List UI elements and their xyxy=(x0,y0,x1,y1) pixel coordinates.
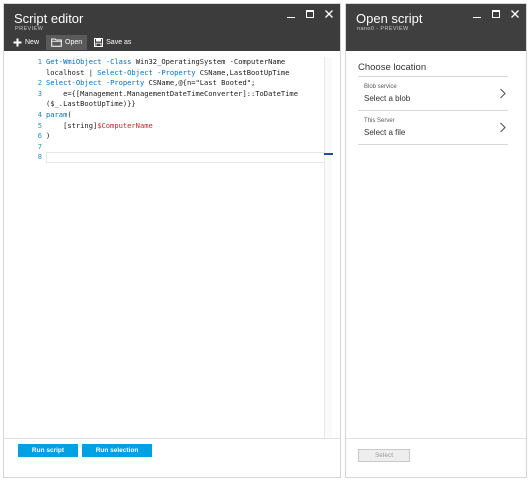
cursor-position-marker xyxy=(324,153,333,155)
code-line[interactable]: 6) xyxy=(12,131,332,142)
code-line[interactable]: 3 e={[Management.ManagementDateTimeConve… xyxy=(12,89,332,100)
minimize-icon[interactable] xyxy=(472,9,482,19)
chevron-right-icon xyxy=(499,88,506,99)
open-button-label: Open xyxy=(65,39,83,46)
code-token: Select-Object xyxy=(46,78,102,88)
code-token: Get-WmiObject xyxy=(46,57,102,66)
open-button[interactable]: Open xyxy=(46,35,88,50)
blade-subtitle: PREVIEW xyxy=(15,26,44,32)
blob-service-item[interactable]: Blob service Select a blob xyxy=(358,77,508,111)
window-controls xyxy=(472,9,520,19)
plus-icon xyxy=(13,38,22,47)
code-token: $ComputerName xyxy=(97,120,153,130)
chevron-right-icon xyxy=(499,122,506,133)
line-number: 1 xyxy=(37,57,42,66)
code-text: ) xyxy=(46,131,50,142)
script-editor-header: Script editor PREVIEW New Open Save as xyxy=(4,4,340,51)
blade-title: Open script xyxy=(356,11,423,26)
line-number: 7 xyxy=(37,141,42,151)
code-text: ($_.LastBootUpTime)}} xyxy=(46,99,136,110)
code-token: [string] xyxy=(46,120,98,130)
script-editor-blade: Script editor PREVIEW New Open Save as 1… xyxy=(3,3,341,478)
code-token: ) xyxy=(46,131,51,141)
run-selection-button[interactable]: Run selection xyxy=(82,444,152,457)
code-token: Win32_OperatingSystem -ComputerName xyxy=(131,57,286,66)
maximize-icon[interactable] xyxy=(491,9,501,19)
code-line[interactable]: localhost | Select-Object -Property CSNa… xyxy=(12,68,332,79)
select-button[interactable]: Select xyxy=(358,449,410,462)
choose-location-heading: Choose location xyxy=(358,62,427,73)
code-line[interactable]: 2 Select-Object -Property CSName,@{n="Las… xyxy=(12,78,332,89)
code-line[interactable]: 7 xyxy=(12,142,332,153)
blade-subtitle: nano0 - PREVIEW xyxy=(357,26,409,32)
code-line[interactable]: 1 Get-WmiObject -Class Win32_OperatingSys… xyxy=(12,57,332,68)
line-number: 4 xyxy=(37,109,42,119)
code-token: Select-Object xyxy=(97,67,153,77)
location-value: Select a file xyxy=(364,128,406,137)
code-editor[interactable]: 1 Get-WmiObject -Class Win32_OperatingSys… xyxy=(12,57,333,439)
line-number: 8 xyxy=(37,152,42,162)
code-line[interactable]: ($_.LastBootUpTime)}} xyxy=(12,99,332,110)
editor-scrollbar[interactable] xyxy=(324,57,333,437)
code-line[interactable]: 4 param( xyxy=(12,110,332,121)
line-number: 6 xyxy=(37,131,42,141)
code-text: param( xyxy=(46,110,72,121)
maximize-icon[interactable] xyxy=(305,9,315,19)
new-button-label: New xyxy=(25,39,40,46)
code-text: localhost | Select-Object -Property CSNa… xyxy=(46,68,289,79)
run-script-button[interactable]: Run script xyxy=(18,444,78,457)
blade-title: Script editor xyxy=(14,11,84,26)
save-as-button-label: Save as xyxy=(106,39,132,46)
window-controls xyxy=(286,9,334,19)
script-editor-footer: Run script Run selection xyxy=(4,438,340,477)
code-text: [string]$ComputerName xyxy=(46,121,153,132)
code-token: ($_.LastBootUpTime)}} xyxy=(46,99,136,109)
code-token: CSName,LastBootUpTime xyxy=(195,67,290,77)
editor-toolbar: New Open Save as xyxy=(4,34,340,51)
location-label: This Server xyxy=(364,118,395,124)
this-server-item[interactable]: This Server Select a file xyxy=(358,111,508,145)
line-number: 3 xyxy=(37,88,42,98)
current-line-highlight xyxy=(46,152,330,163)
code-token: -Property xyxy=(105,78,145,88)
code-token: -Property xyxy=(157,67,196,77)
code-token: param xyxy=(46,109,68,119)
code-line[interactable]: 8 xyxy=(12,152,332,163)
code-lines: 1 Get-WmiObject -Class Win32_OperatingSys… xyxy=(12,57,332,163)
location-label: Blob service xyxy=(364,84,397,90)
code-text: Get-WmiObject -Class Win32_OperatingSyst… xyxy=(46,57,285,68)
location-value: Select a blob xyxy=(364,94,411,103)
new-button[interactable]: New xyxy=(8,35,44,50)
minimize-icon[interactable] xyxy=(286,9,296,19)
folder-icon xyxy=(51,38,62,47)
save-as-button[interactable]: Save as xyxy=(89,35,136,50)
line-number: 2 xyxy=(37,78,42,88)
code-token: ( xyxy=(67,109,72,119)
code-text: Select-Object -Property CSName,@{n="Last… xyxy=(46,78,255,89)
code-line[interactable]: 5 [string]$ComputerName xyxy=(12,121,332,132)
close-icon[interactable] xyxy=(510,9,520,19)
code-token: CSName,@{n="Last Booted"; xyxy=(144,78,256,88)
code-token: e={[Management.ManagementDateTimeConvert… xyxy=(46,88,298,98)
floppy-disk-icon xyxy=(94,38,104,47)
open-script-footer: Select xyxy=(346,438,526,477)
code-token: -Class xyxy=(105,57,132,66)
open-script-blade: Open script nano0 - PREVIEW Choose locat… xyxy=(345,3,527,478)
open-script-header: Open script nano0 - PREVIEW xyxy=(346,4,526,51)
code-token: localhost | xyxy=(46,67,98,77)
code-text: e={[Management.ManagementDateTimeConvert… xyxy=(46,89,298,100)
close-icon[interactable] xyxy=(324,9,334,19)
line-number: 5 xyxy=(37,120,42,130)
